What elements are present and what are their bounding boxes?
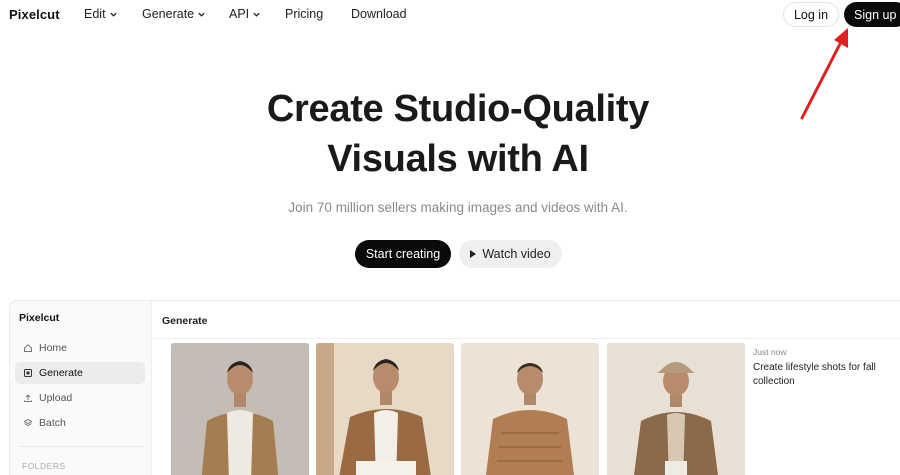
brand-logo[interactable]: Pixelcut <box>9 7 60 22</box>
generate-icon <box>24 369 32 377</box>
sidebar-divider <box>20 446 143 447</box>
nav-api-label: API <box>229 7 250 21</box>
sidebar-item-batch[interactable]: Batch <box>15 412 145 434</box>
watch-video-label: Watch video <box>482 247 551 261</box>
sidebar-brand: Pixelcut <box>19 312 60 324</box>
model-photo <box>171 343 309 475</box>
play-icon <box>470 250 477 258</box>
nav-pricing[interactable]: Pricing <box>285 7 323 21</box>
prompt-text: Create lifestyle shots for fall collecti… <box>753 362 876 387</box>
model-photo <box>607 343 745 475</box>
model-photo <box>316 343 454 475</box>
start-creating-button[interactable]: Start creating <box>355 240 451 268</box>
nav-pricing-label: Pricing <box>285 7 324 21</box>
nav-api[interactable]: API <box>229 7 261 21</box>
model-photo <box>461 343 599 475</box>
nav-download[interactable]: Download <box>351 7 407 21</box>
main-header: Generate <box>152 301 900 339</box>
status-timestamp: Just now <box>753 347 787 357</box>
sidebar-item-home[interactable]: Home <box>15 337 145 359</box>
sidebar-item-label: Generate <box>39 367 83 379</box>
app-preview: Pixelcut Home Generate Upload Batch FOLD… <box>9 300 900 475</box>
generated-image[interactable] <box>461 343 599 475</box>
chevron-down-icon <box>198 12 205 17</box>
generated-image[interactable] <box>171 343 309 475</box>
chevron-down-icon <box>253 12 260 17</box>
sidebar-item-label: Batch <box>39 417 66 429</box>
nav-generate-label: Generate <box>142 7 195 21</box>
sidebar-item-generate[interactable]: Generate <box>15 362 145 384</box>
generated-image[interactable] <box>607 343 745 475</box>
hero-title-line1: Create Studio-Quality <box>266 88 650 130</box>
generated-image[interactable] <box>316 343 454 475</box>
nav-edit-label: Edit <box>84 7 106 21</box>
sidebar-item-label: Home <box>39 342 68 354</box>
main-title: Generate <box>162 315 208 327</box>
nav-generate[interactable]: Generate <box>142 7 206 21</box>
sidebar: Pixelcut Home Generate Upload Batch FOLD… <box>10 301 152 475</box>
home-icon <box>24 344 32 352</box>
watch-video-button[interactable]: Watch video <box>459 240 562 268</box>
folders-heading: FOLDERS <box>22 461 66 471</box>
nav-download-label: Download <box>351 7 407 21</box>
sidebar-item-upload[interactable]: Upload <box>15 387 145 409</box>
sidebar-item-label: Upload <box>39 392 73 404</box>
chevron-down-icon <box>109 12 117 17</box>
upload-icon <box>24 394 32 402</box>
top-nav: Pixelcut Edit Generate API Pricing Downl… <box>0 0 900 30</box>
hero-subtitle: Join 70 million sellers making images an… <box>288 200 628 215</box>
batch-icon <box>23 418 33 427</box>
nav-edit[interactable]: Edit <box>84 7 118 21</box>
hero-title-line2: Visuals with AI <box>327 138 589 180</box>
hero-title: Create Studio-Quality Visuals with AI <box>0 84 900 184</box>
